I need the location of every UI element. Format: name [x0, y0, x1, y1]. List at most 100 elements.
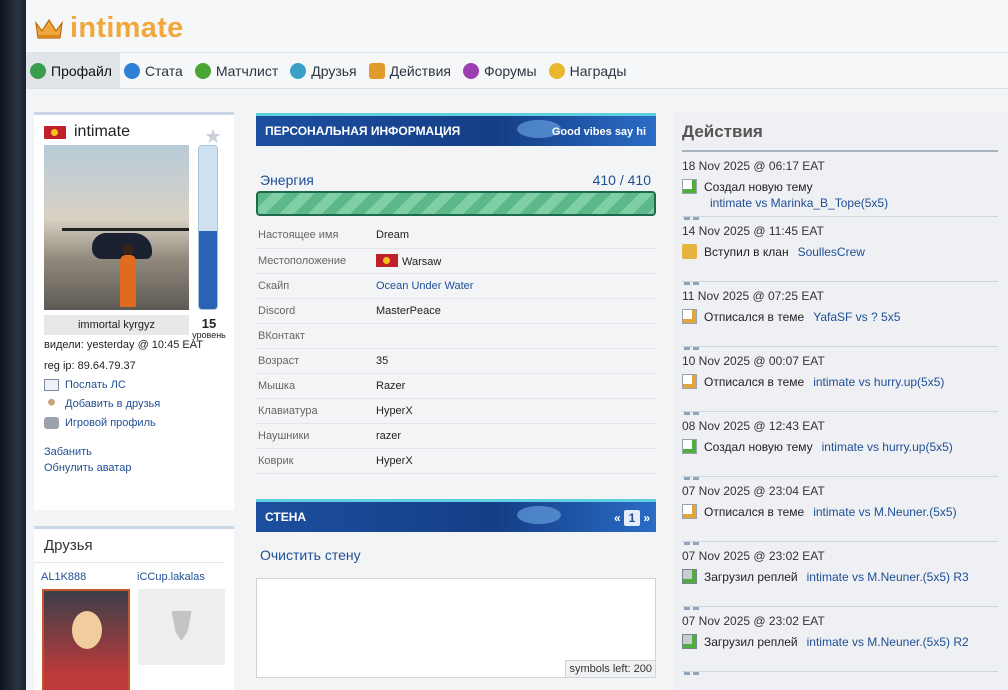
helicopter-rotor: [62, 228, 189, 231]
add-friend-label: Добавить в друзья: [65, 398, 161, 410]
table-row: Мышка Razer: [256, 373, 656, 399]
activity-item: 10 Nov 2025 @ 00:07 EAT Отписался в теме…: [682, 347, 998, 415]
field-key: Настоящее имя: [256, 223, 376, 249]
replay-icon: [682, 569, 697, 584]
envelope-icon: [44, 379, 59, 391]
activity-link[interactable]: YafaSF vs ? 5x5: [813, 310, 900, 324]
field-value: razer: [376, 423, 656, 449]
energy-bar: [256, 191, 656, 216]
logo-text: intimate: [70, 12, 184, 44]
friends-icon: [290, 62, 307, 79]
last-seen: видели: yesterday @ 10:45 EAT: [44, 339, 203, 351]
tab-label: Стата: [144, 62, 183, 79]
header: intimate: [26, 0, 1008, 53]
clear-wall-link[interactable]: Очистить стену: [260, 547, 656, 563]
activity-link[interactable]: intimate vs M.Neuner.(5x5): [813, 505, 956, 519]
level-progress-fill: [199, 230, 217, 309]
activity-item: 08 Nov 2025 @ 12:43 EAT Создал новую тем…: [682, 412, 998, 480]
tab-label: Профайл: [51, 62, 112, 79]
activity-body: Отписался в теме intimate vs M.Neuner.(5…: [682, 504, 998, 519]
pager-prev[interactable]: «: [614, 511, 621, 525]
new-topic-icon: [682, 439, 697, 454]
add-user-icon: [44, 398, 59, 410]
avatar-area: immortal kyrgyz 15 уровень: [44, 145, 226, 340]
activity-body: Отписался в теме YafaSF vs ? 5x5: [682, 309, 998, 324]
friends-title: Друзья: [34, 529, 225, 563]
reset-avatar-link[interactable]: Обнулить аватар: [44, 462, 225, 474]
game-profile-label: Игровой профиль: [65, 417, 156, 429]
activity-link[interactable]: SoullesCrew: [798, 245, 865, 259]
country-flag-icon: [376, 253, 398, 267]
friend-avatar-default[interactable]: [137, 589, 225, 665]
field-key: Возраст: [256, 348, 376, 374]
person: [120, 255, 136, 307]
tab-awards[interactable]: Награды: [545, 53, 635, 88]
activity-text: Создал новую тему: [704, 179, 813, 194]
field-key: Скайп: [256, 273, 376, 299]
field-value: Dream: [376, 223, 656, 249]
friend-name-link[interactable]: iCCup.lakalas: [137, 571, 205, 583]
field-value: 35: [376, 348, 656, 374]
profile-name-row: intimate: [44, 121, 225, 143]
wall-textarea[interactable]: symbols left: 200: [256, 577, 656, 678]
field-value: [376, 323, 656, 349]
post-icon: [682, 504, 697, 519]
activity-time: 07 Nov 2025 @ 23:02 EAT: [682, 614, 825, 628]
send-message-label: Послать ЛС: [65, 379, 126, 391]
table-row: Коврик HyperX: [256, 448, 656, 474]
pager-current[interactable]: 1: [623, 509, 641, 526]
tab-actions[interactable]: Действия: [365, 53, 459, 88]
pager-next[interactable]: »: [643, 511, 650, 525]
field-key: Мышка: [256, 373, 376, 399]
friend-name-link[interactable]: AL1K888: [41, 571, 137, 583]
table-row: Скайп Ocean Under Water: [256, 273, 656, 299]
activity-item: 07 Nov 2025 @ 23:02 EAT Загрузил реплей …: [682, 607, 998, 675]
skype-link[interactable]: Ocean Under Water: [376, 273, 656, 299]
add-friend-link[interactable]: Добавить в друзья: [44, 398, 225, 410]
level-label: уровень: [192, 330, 226, 340]
table-row: Клавиатура HyperX: [256, 398, 656, 424]
tab-friends[interactable]: Друзья: [286, 53, 364, 88]
avatar-caption: immortal kyrgyz: [44, 315, 189, 335]
table-row: Возраст 35: [256, 348, 656, 374]
ban-link[interactable]: Забанить: [44, 446, 225, 458]
field-value: HyperX: [376, 398, 656, 424]
activity-link[interactable]: intimate vs M.Neuner.(5x5) R2: [807, 635, 969, 649]
activity-time: 07 Nov 2025 @ 23:04 EAT: [682, 484, 825, 498]
activity-link[interactable]: intimate vs hurry.up(5x5): [822, 440, 953, 454]
site-logo[interactable]: intimate: [34, 12, 184, 45]
wall-title: СТЕНА: [265, 509, 307, 524]
center-column: ПЕРСОНАЛЬНАЯ ИНФОРМАЦИЯ Good vibes say h…: [256, 113, 656, 678]
level-number: 15: [201, 316, 217, 331]
tab-profile[interactable]: Профайл: [26, 53, 120, 88]
activity-time: 07 Nov 2025 @ 23:02 EAT: [682, 549, 825, 563]
activity-text: Загрузил реплей: [704, 634, 798, 649]
send-message-link[interactable]: Послать ЛС: [44, 379, 225, 391]
friend-avatar[interactable]: [42, 589, 130, 690]
energy-label: Энергия: [260, 172, 314, 188]
activity-body: Загрузил реплей intimate vs M.Neuner.(5x…: [682, 634, 998, 649]
activity-time: 18 Nov 2025 @ 06:17 EAT: [682, 159, 825, 173]
post-icon: [682, 374, 697, 389]
forums-icon: [462, 62, 479, 79]
activity-item: 07 Nov 2025 @ 23:04 EAT Отписался в теме…: [682, 477, 998, 545]
table-row: Discord MasterPeace: [256, 298, 656, 324]
activity-text: Отписался в теме: [704, 309, 805, 324]
tab-label: Действия: [389, 62, 451, 79]
level-progress-bar: [198, 145, 218, 310]
tab-label: Матчлист: [215, 62, 279, 79]
activity-item: 07 Nov 2025 @ 23:02 EAT Загрузил реплей …: [682, 542, 998, 610]
field-value: MasterPeace: [376, 298, 656, 324]
activity-link[interactable]: intimate vs hurry.up(5x5): [813, 375, 944, 389]
tab-matchlist[interactable]: Матчлист: [191, 53, 286, 88]
activity-link[interactable]: intimate vs M.Neuner.(5x5) R3: [807, 570, 969, 584]
tab-stats[interactable]: Стата: [120, 53, 191, 88]
status-text: Good vibes say hi: [551, 126, 646, 138]
activity-body: Отписался в теме intimate vs hurry.up(5x…: [682, 374, 998, 389]
friend-names: AL1K888 iCCup.lakalas: [34, 563, 225, 583]
field-value: Razer: [376, 373, 656, 399]
activity-link[interactable]: intimate vs Marinka_B_Tope(5x5): [710, 196, 998, 210]
tab-forums[interactable]: Форумы: [459, 53, 545, 88]
game-profile-link[interactable]: Игровой профиль: [44, 417, 225, 429]
field-value-cell: Warsaw: [376, 248, 656, 274]
